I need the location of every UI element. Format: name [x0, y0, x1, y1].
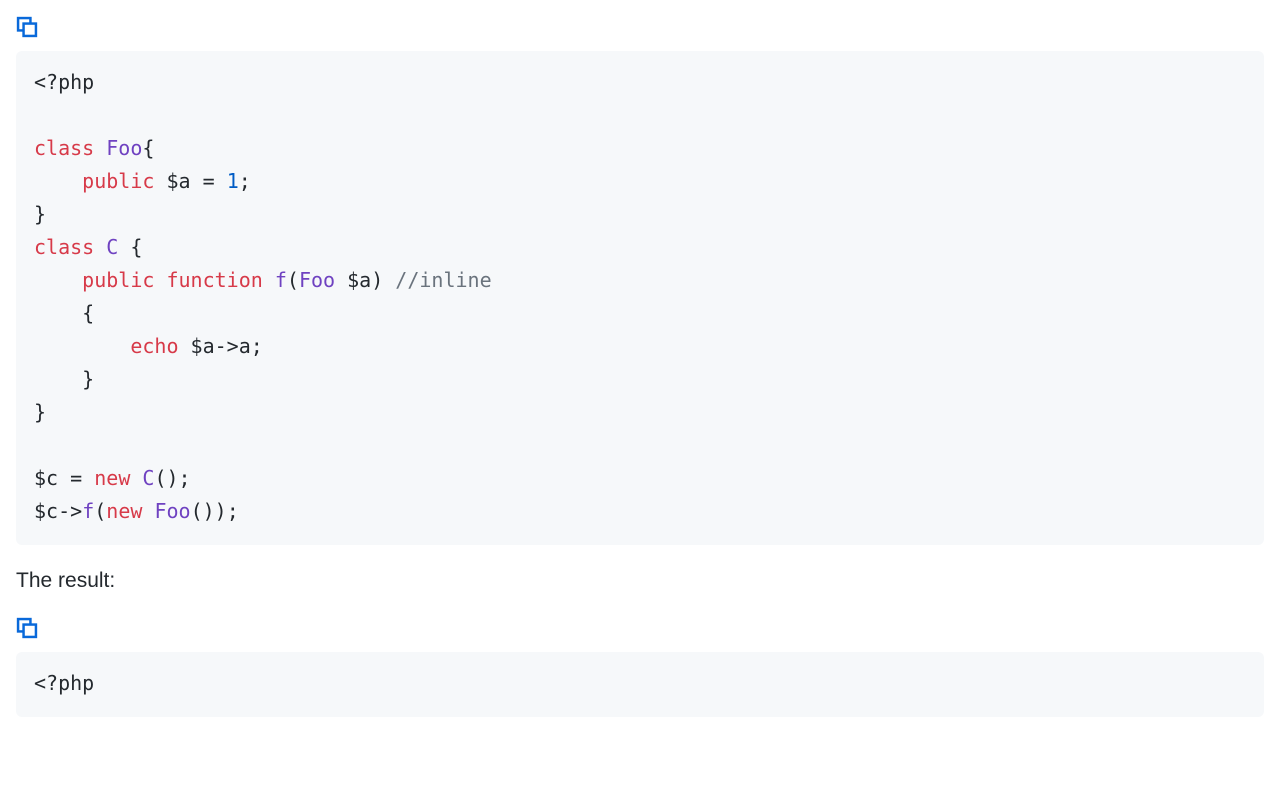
result-label: The result: — [16, 569, 1264, 593]
code-content-1: <?php class Foo{ public $a = 1; } class … — [34, 70, 492, 523]
code-block-2: <?php — [16, 652, 1264, 717]
copy-icon[interactable] — [16, 617, 38, 639]
code-content-2: <?php — [34, 671, 94, 695]
copy-icon[interactable] — [16, 16, 38, 38]
code-block-1: <?php class Foo{ public $a = 1; } class … — [16, 51, 1264, 545]
